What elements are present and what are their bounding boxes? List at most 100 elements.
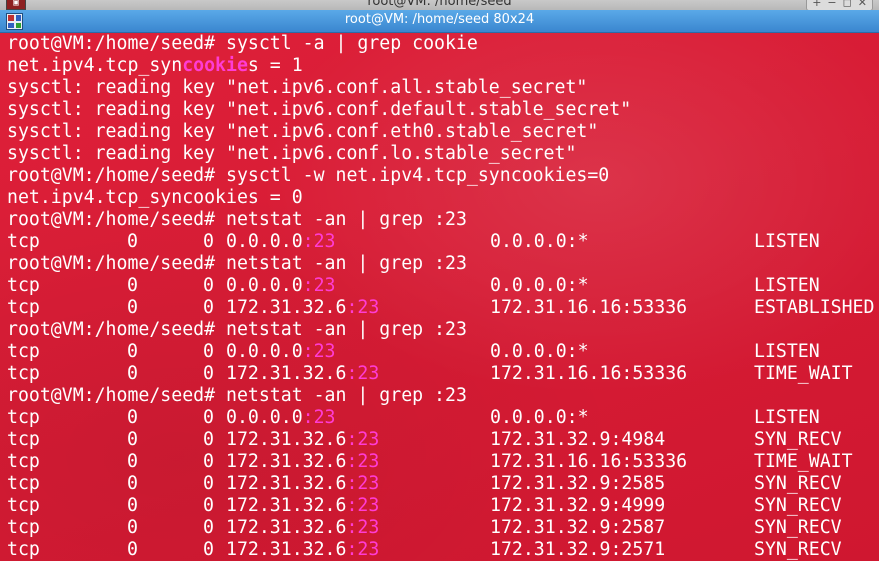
netstat-local-address: 172.31.32.6:23	[226, 451, 379, 473]
netstat-recv-q: 0	[127, 539, 138, 560]
netstat-recv-q: 0	[127, 341, 138, 362]
netstat-proto: tcp	[7, 495, 40, 516]
outer-window-titlebar: ▣ root@VM: /home/seed + − ◻ ✕	[0, 0, 879, 10]
netstat-state: SYN_RECV	[754, 517, 842, 538]
netstat-foreign-address: 172.31.32.9:4999	[490, 495, 666, 516]
output-text: net.ipv4.tcp_syncookies = 0	[7, 187, 303, 208]
local-ip: 172.31.32.6	[226, 517, 347, 538]
output-line: sysctl: reading key "net.ipv6.conf.all.s…	[7, 77, 587, 99]
shell-prompt: root@VM:/home/seed#	[7, 385, 216, 406]
command-text: sysctl -a | grep cookie	[226, 33, 478, 54]
grep-match-port: :23	[302, 341, 336, 362]
netstat-recv-q: 0	[127, 231, 138, 252]
terminal-titlebar: root@VM: /home/seed 80x24	[0, 10, 879, 33]
netstat-proto: tcp	[7, 341, 40, 362]
netstat-recv-q: 0	[127, 429, 138, 450]
shell-prompt: root@VM:/home/seed#	[7, 209, 216, 230]
netstat-proto: tcp	[7, 363, 40, 384]
shell-prompt: root@VM:/home/seed#	[7, 253, 216, 274]
output-line: net.ipv4.tcp_syncookies = 0	[7, 187, 303, 209]
netstat-local-address: 172.31.32.6:23	[226, 517, 379, 539]
netstat-foreign-address: 172.31.32.9:2571	[490, 539, 666, 560]
netstat-foreign-address: 0.0.0.0:*	[490, 407, 589, 428]
shell-prompt: root@VM:/home/seed#	[7, 165, 216, 186]
outer-window-title: root@VM: /home/seed	[367, 0, 512, 9]
netstat-send-q: 0	[203, 429, 214, 450]
netstat-foreign-address: 172.31.32.9:4984	[490, 429, 666, 450]
netstat-proto: tcp	[7, 451, 40, 472]
netstat-local-address: 0.0.0.0:23	[226, 407, 336, 429]
local-ip: 172.31.32.6	[226, 539, 347, 560]
grep-match-port: :23	[302, 231, 336, 252]
grep-match-port: :23	[346, 451, 380, 472]
local-ip: 172.31.32.6	[226, 297, 347, 318]
netstat-state: ESTABLISHED	[754, 297, 875, 318]
local-ip: 0.0.0.0	[226, 407, 303, 428]
netstat-proto: tcp	[7, 429, 40, 450]
local-ip: 172.31.32.6	[226, 495, 347, 516]
shell-prompt: root@VM:/home/seed#	[7, 33, 216, 54]
netstat-foreign-address: 172.31.32.9:2587	[490, 517, 666, 538]
grep-match-port: :23	[346, 539, 380, 560]
netstat-recv-q: 0	[127, 473, 138, 494]
netstat-state: SYN_RECV	[754, 429, 842, 450]
window-title: root@VM: /home/seed 80x24	[344, 12, 535, 27]
netstat-state: SYN_RECV	[754, 473, 842, 494]
netstat-local-address: 172.31.32.6:23	[226, 473, 379, 495]
netstat-foreign-address: 172.31.16.16:53336	[490, 451, 688, 472]
netstat-send-q: 0	[203, 473, 214, 494]
output-text: s = 1	[247, 55, 303, 76]
close-icon[interactable]: ✕	[858, 0, 867, 10]
output-line: sysctl: reading key "net.ipv6.conf.lo.st…	[7, 143, 576, 165]
netstat-state: TIME_WAIT	[754, 363, 853, 384]
netstat-recv-q: 0	[127, 407, 138, 428]
netstat-local-address: 172.31.32.6:23	[226, 363, 379, 385]
netstat-state: LISTEN	[754, 341, 820, 362]
netstat-local-address: 0.0.0.0:23	[226, 231, 336, 253]
output-text: net.ipv4.tcp_syn	[7, 55, 183, 76]
command-line: root@VM:/home/seed# netstat -an | grep :…	[7, 319, 467, 341]
grep-match-port: :23	[346, 297, 380, 318]
netstat-local-address: 172.31.32.6:23	[226, 495, 379, 517]
grep-match-port: :23	[302, 275, 336, 296]
local-ip: 172.31.32.6	[226, 473, 347, 494]
local-ip: 172.31.32.6	[226, 451, 347, 472]
maximize-icon[interactable]: ◻	[843, 0, 852, 10]
command-text: sysctl -w net.ipv4.tcp_syncookies=0	[226, 165, 610, 186]
netstat-send-q: 0	[203, 451, 214, 472]
local-ip: 172.31.32.6	[226, 429, 347, 450]
command-text: netstat -an | grep :23	[226, 385, 467, 406]
netstat-send-q: 0	[203, 495, 214, 516]
netstat-local-address: 172.31.32.6:23	[226, 539, 379, 561]
netstat-send-q: 0	[203, 517, 214, 538]
netstat-foreign-address: 172.31.32.9:2585	[490, 473, 666, 494]
netstat-proto: tcp	[7, 517, 40, 538]
netstat-local-address: 172.31.32.6:23	[226, 429, 379, 451]
netstat-state: SYN_RECV	[754, 495, 842, 516]
netstat-proto: tcp	[7, 407, 40, 428]
grep-match-port: :23	[346, 495, 380, 516]
netstat-recv-q: 0	[127, 297, 138, 318]
netstat-state: TIME_WAIT	[754, 451, 853, 472]
netstat-send-q: 0	[203, 297, 214, 318]
local-ip: 0.0.0.0	[226, 275, 303, 296]
netstat-proto: tcp	[7, 231, 40, 252]
netstat-proto: tcp	[7, 473, 40, 494]
grep-match-port: :23	[346, 429, 380, 450]
grep-match-port: :23	[346, 517, 380, 538]
netstat-send-q: 0	[203, 341, 214, 362]
netstat-local-address: 0.0.0.0:23	[226, 341, 336, 363]
grep-match-port: :23	[346, 473, 380, 494]
output-text: sysctl: reading key "net.ipv6.conf.all.s…	[7, 77, 588, 98]
netstat-send-q: 0	[203, 539, 214, 560]
pin-icon[interactable]: +	[812, 0, 821, 10]
output-text: sysctl: reading key "net.ipv6.conf.eth0.…	[7, 121, 599, 142]
netstat-proto: tcp	[7, 539, 40, 560]
netstat-send-q: 0	[203, 407, 214, 428]
minimize-icon[interactable]: −	[827, 0, 836, 10]
command-line: root@VM:/home/seed# netstat -an | grep :…	[7, 385, 467, 407]
terminal-output[interactable]: root@VM:/home/seed# sysctl -a | grep coo…	[0, 33, 879, 561]
netstat-local-address: 172.31.32.6:23	[226, 297, 379, 319]
netstat-state: LISTEN	[754, 231, 820, 252]
grep-match: cookie	[182, 55, 248, 76]
